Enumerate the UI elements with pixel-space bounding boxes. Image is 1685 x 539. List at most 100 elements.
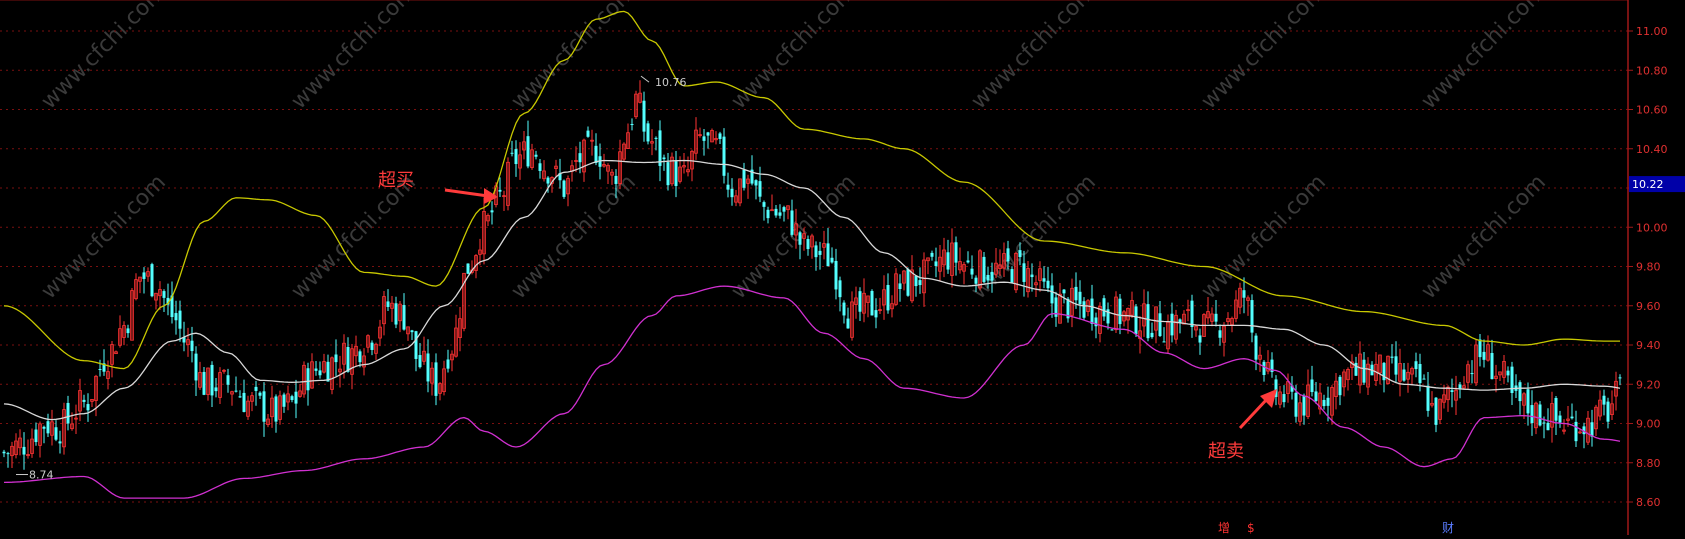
- candle-body-down: [306, 368, 310, 391]
- candle-body-down: [1478, 339, 1482, 358]
- candle-body-down: [898, 283, 902, 290]
- candle-body-down: [970, 268, 974, 275]
- candle-body-down: [1458, 384, 1462, 389]
- candle-body-down: [1450, 390, 1454, 392]
- candle-body-down: [326, 361, 330, 382]
- candle-body-down: [234, 390, 238, 392]
- candle-body-down: [990, 271, 994, 281]
- candle-body-down: [410, 330, 414, 333]
- candle-body-down: [1414, 361, 1418, 370]
- candle-body-down: [534, 154, 538, 157]
- candle-body-down: [262, 391, 266, 422]
- candle-body-down: [702, 136, 706, 141]
- y-tick-label: 9.80: [1636, 261, 1661, 274]
- watermark-text: www.cfchi.com: [507, 170, 641, 304]
- overbought-arrow-shaft: [444, 188, 489, 198]
- candle-body-down: [722, 136, 726, 176]
- candle-body-down: [818, 250, 822, 255]
- y-tick-label: 10.60: [1636, 104, 1668, 117]
- candle-body-down: [1250, 300, 1254, 333]
- candle-body-down: [210, 364, 214, 396]
- candle-body-down: [778, 212, 782, 216]
- candle-body-down: [1482, 351, 1486, 360]
- candle-body-down: [274, 396, 278, 422]
- candle-body-down: [766, 209, 770, 219]
- candle-body-down: [754, 180, 758, 186]
- candle-body-down: [414, 331, 418, 359]
- candle-body-down: [446, 359, 450, 369]
- candle-body-down: [498, 189, 502, 192]
- candle-body-down: [642, 100, 646, 132]
- upper-band-line: [3, 10, 1620, 370]
- candle-body-down: [918, 280, 922, 286]
- candle-body-down: [1102, 298, 1106, 317]
- candle-body-down: [22, 446, 26, 455]
- candle-body-down: [1490, 353, 1494, 380]
- y-tick-label: 8.80: [1636, 457, 1661, 470]
- candle-body-down: [1030, 274, 1034, 278]
- candle-body-down: [34, 429, 38, 443]
- candle-body-down: [1170, 313, 1174, 336]
- candle-body-down: [6, 453, 10, 455]
- y-tick-label: 9.00: [1636, 418, 1661, 431]
- candle-body-down: [258, 392, 262, 396]
- candle-body-down: [782, 207, 786, 212]
- candle-body-down: [934, 261, 938, 267]
- candle-body-down: [346, 346, 350, 372]
- candle-body-down: [1538, 404, 1542, 426]
- candle-body-down: [1362, 359, 1366, 383]
- candle-body-down: [426, 353, 430, 382]
- y-tick-label: 10.00: [1636, 221, 1668, 234]
- candle-body-down: [706, 132, 710, 136]
- candle-body-down: [1558, 415, 1562, 423]
- watermark-layer: www.cfchi.com www.cfchi.com www.cfchi.com w…: [37, 0, 1551, 304]
- candle-body-down: [290, 396, 294, 400]
- candle-body-down: [858, 291, 862, 312]
- candle-body-down: [830, 257, 834, 263]
- candle-body-down: [730, 188, 734, 198]
- candle-body-down: [1302, 395, 1306, 416]
- y-tick-label: 9.60: [1636, 300, 1661, 313]
- candle-body-down: [562, 180, 566, 197]
- candle-body-down: [798, 232, 802, 245]
- y-tick-label: 11.00: [1636, 25, 1668, 38]
- candle-body-down: [1046, 280, 1050, 289]
- candle-body-down: [966, 260, 970, 263]
- candle-body-down: [1506, 370, 1510, 376]
- candle-body-down: [726, 184, 730, 190]
- candle-body-down: [254, 386, 258, 391]
- candle-body-down: [814, 245, 818, 258]
- candle-body-down: [1574, 421, 1578, 442]
- candle-body-down: [1602, 395, 1606, 405]
- candles-layer: [2, 80, 1622, 470]
- y-tick-label: 10.40: [1636, 143, 1668, 156]
- candle-body-down: [742, 169, 746, 188]
- candle-body-down: [614, 175, 618, 184]
- candle-body-down: [906, 269, 910, 296]
- candle-body-down: [826, 243, 830, 267]
- candle-body-down: [1010, 269, 1014, 283]
- watermark-text: www.cfchi.com: [37, 0, 171, 114]
- candle-body-down: [662, 157, 666, 160]
- candle-body-down: [150, 264, 154, 297]
- candle-body-down: [954, 242, 958, 263]
- candlestick-chart: www.cfchi.com www.cfchi.com www.cfchi.com w…: [0, 0, 1685, 535]
- candle-body-down: [718, 133, 722, 139]
- candle-body-down: [1146, 304, 1150, 339]
- candle-body-down: [510, 152, 514, 154]
- high-marker: [640, 75, 650, 83]
- candle-body-down: [1554, 397, 1558, 421]
- candle-body-down: [162, 291, 166, 298]
- watermark-text: www.cfchi.com: [1197, 0, 1331, 114]
- candle-body-down: [546, 177, 550, 184]
- candle-body-down: [586, 130, 590, 137]
- candle-body-down: [394, 303, 398, 325]
- candle-body-down: [806, 239, 810, 250]
- candle-body-down: [178, 310, 182, 329]
- candle-body-down: [846, 318, 850, 329]
- chart-root: www.cfchi.com www.cfchi.com www.cfchi.com w…: [0, 0, 1685, 535]
- candle-body-down: [654, 137, 658, 139]
- candle-body-down: [42, 426, 46, 429]
- candle-body-down: [1294, 392, 1298, 417]
- candle-body-down: [1418, 364, 1422, 384]
